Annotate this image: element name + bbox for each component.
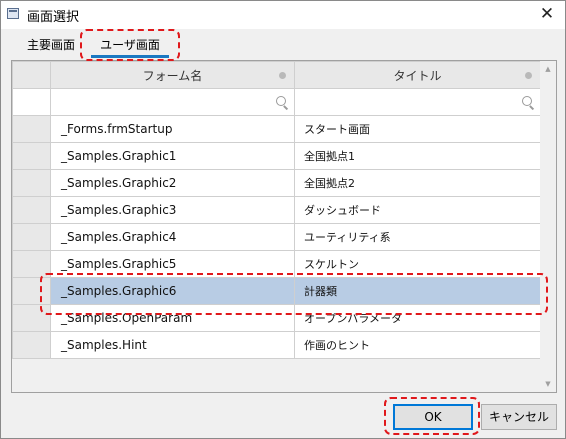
window-icon bbox=[7, 8, 19, 19]
title-cell[interactable]: ダッシュボード bbox=[294, 196, 541, 224]
table-row[interactable]: _Samples.Graphic4 ユーティリティ系 bbox=[12, 223, 541, 251]
form-name-cell[interactable]: _Samples.Graphic3 bbox=[50, 196, 295, 224]
form-grid: フォーム名 タイトル _Forms.frmStartup スタート画面 _Sam… bbox=[11, 60, 557, 393]
cancel-button[interactable]: キャンセル bbox=[481, 404, 557, 430]
row-header[interactable] bbox=[12, 304, 51, 332]
title-bar[interactable]: 画面選択 ✕ bbox=[1, 1, 565, 29]
form-name-cell[interactable]: _Samples.Graphic1 bbox=[50, 142, 295, 170]
tab-user-screens-label: ユーザ画面 bbox=[100, 38, 160, 52]
row-header[interactable] bbox=[12, 331, 51, 359]
tab-main-screens[interactable]: 主要画面 bbox=[27, 31, 75, 59]
table-row[interactable]: _Samples.Graphic2 全国拠点2 bbox=[12, 169, 541, 197]
form-name-cell[interactable]: _Samples.Hint bbox=[50, 331, 295, 359]
title-cell[interactable]: ユーティリティ系 bbox=[294, 223, 541, 251]
table-row[interactable]: _Samples.Hint 作画のヒント bbox=[12, 331, 541, 359]
sort-indicator-icon bbox=[525, 72, 532, 79]
form-name-cell[interactable]: _Samples.OpenParam bbox=[50, 304, 295, 332]
column-header-title[interactable]: タイトル bbox=[294, 61, 541, 89]
row-header[interactable] bbox=[12, 169, 51, 197]
column-header-title-label: タイトル bbox=[393, 68, 442, 83]
row-header[interactable] bbox=[12, 250, 51, 278]
table-row[interactable]: _Samples.Graphic3 ダッシュボード bbox=[12, 196, 541, 224]
search-icon bbox=[276, 96, 286, 106]
row-header[interactable] bbox=[12, 142, 51, 170]
window-title: 画面選択 bbox=[27, 10, 80, 25]
scroll-up-icon[interactable]: ▲ bbox=[540, 61, 556, 77]
header-row: フォーム名 タイトル bbox=[12, 61, 541, 89]
title-cell[interactable]: スケルトン bbox=[294, 250, 541, 278]
active-tab-indicator bbox=[91, 55, 169, 58]
title-cell[interactable]: 作画のヒント bbox=[294, 331, 541, 359]
row-header[interactable] bbox=[12, 223, 51, 251]
table-row[interactable]: _Samples.Graphic1 全国拠点1 bbox=[12, 142, 541, 170]
form-name-cell[interactable]: _Samples.Graphic4 bbox=[50, 223, 295, 251]
filter-input-title[interactable] bbox=[294, 88, 541, 116]
filter-row bbox=[12, 88, 541, 116]
row-header[interactable] bbox=[12, 277, 51, 305]
search-icon bbox=[522, 96, 532, 106]
ok-button[interactable]: OK bbox=[393, 404, 473, 430]
form-name-cell[interactable]: _Samples.Graphic6 bbox=[50, 277, 295, 305]
form-name-cell[interactable]: _Samples.Graphic5 bbox=[50, 250, 295, 278]
title-cell[interactable]: 全国拠点1 bbox=[294, 142, 541, 170]
sort-indicator-icon bbox=[279, 72, 286, 79]
column-header-form-name[interactable]: フォーム名 bbox=[50, 61, 295, 89]
tab-user-screens[interactable]: ユーザ画面 bbox=[87, 31, 173, 59]
column-header-form-name-label: フォーム名 bbox=[142, 68, 203, 83]
vertical-scrollbar[interactable]: ▲ ▼ bbox=[540, 61, 556, 392]
title-cell[interactable]: オープンパラメータ bbox=[294, 304, 541, 332]
table-row[interactable]: _Samples.Graphic5 スケルトン bbox=[12, 250, 541, 278]
row-header[interactable] bbox=[12, 196, 51, 224]
scroll-down-icon[interactable]: ▼ bbox=[540, 376, 556, 392]
table-row[interactable]: _Samples.OpenParam オープンパラメータ bbox=[12, 304, 541, 332]
table-row-selected[interactable]: _Samples.Graphic6 計器類 bbox=[12, 277, 541, 305]
title-cell[interactable]: 計器類 bbox=[294, 277, 541, 305]
form-table: フォーム名 タイトル _Forms.frmStartup スタート画面 _Sam… bbox=[12, 61, 541, 359]
row-header[interactable] bbox=[12, 115, 51, 143]
filter-input-form-name[interactable] bbox=[50, 88, 295, 116]
close-icon[interactable]: ✕ bbox=[535, 3, 559, 25]
form-name-cell[interactable]: _Forms.frmStartup bbox=[50, 115, 295, 143]
row-header bbox=[12, 88, 51, 116]
title-cell[interactable]: 全国拠点2 bbox=[294, 169, 541, 197]
dialog-window: 画面選択 ✕ 主要画面 ユーザ画面 フォーム名 タイトル _Forms.frmS… bbox=[0, 0, 566, 439]
form-name-cell[interactable]: _Samples.Graphic2 bbox=[50, 169, 295, 197]
corner-cell bbox=[12, 61, 51, 89]
table-row[interactable]: _Forms.frmStartup スタート画面 bbox=[12, 115, 541, 143]
title-cell[interactable]: スタート画面 bbox=[294, 115, 541, 143]
